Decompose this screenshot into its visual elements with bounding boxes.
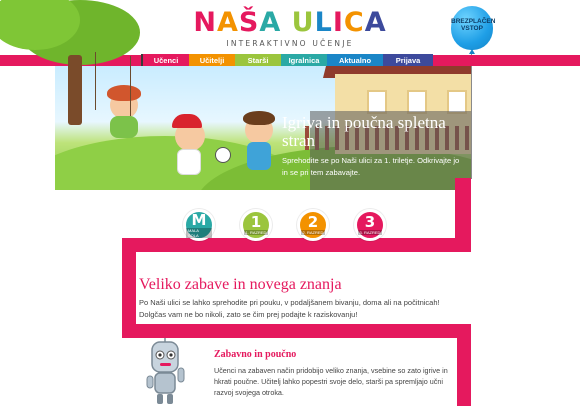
section-title: Veliko zabave in novega znanja: [139, 276, 342, 293]
hero-title: Igriva in poučna spletna stran: [282, 113, 446, 150]
logo-letter: N: [193, 7, 217, 38]
level-mala-sola-button[interactable]: M MALA ŠOLA: [183, 209, 215, 241]
balloon-string: [471, 54, 472, 179]
girl-dress: [110, 116, 138, 138]
level-number: 3: [364, 213, 376, 231]
level-number: 1: [250, 213, 262, 231]
boy-cap: [172, 114, 202, 128]
logo-letter: A: [217, 7, 239, 38]
path-segment: [122, 324, 471, 338]
level-1-button[interactable]: 1 1. RAZRED: [240, 209, 272, 241]
path-segment: [122, 238, 471, 252]
logo-letter: L: [314, 7, 333, 38]
tree-trunk: [68, 55, 82, 125]
girl-hair: [107, 85, 141, 101]
logo-letter: I: [332, 7, 344, 38]
level-label: 3. RAZRED: [357, 230, 383, 235]
feature-text: Učenci na zabaven način pridobijo veliko…: [214, 366, 448, 397]
boy2-hair: [243, 111, 275, 125]
balloon-label[interactable]: BREZPLAČEN VSTOP: [451, 18, 495, 32]
page: NAŠA ULICA INTERAKTIVNO UČENJE BREZPLAČE…: [0, 0, 580, 406]
boy-shirt: [177, 149, 201, 175]
level-number: 2: [307, 213, 319, 231]
path-segment: [122, 238, 136, 338]
logo-letter: C: [343, 7, 365, 38]
level-3-button[interactable]: 3 3. RAZRED: [354, 209, 386, 241]
swing-rope: [95, 52, 96, 110]
logo-letter: Š: [238, 7, 260, 38]
logo-letter: A: [259, 7, 282, 38]
level-number: M: [191, 210, 207, 229]
boy2-shirt: [247, 142, 271, 170]
logo-letter: A: [364, 7, 387, 38]
level-label: 2. RAZRED: [300, 230, 326, 235]
feature-title: Zabavno in poučno: [214, 349, 297, 360]
section-text: Po Naši ulici se lahko sprehodite pri po…: [139, 298, 440, 319]
level-label: 1. RAZRED: [243, 230, 269, 235]
logo-letter: U: [291, 7, 315, 38]
level-label: MALA ŠOLA: [186, 227, 212, 238]
logo-letter: [281, 8, 291, 38]
robot-mascot-icon: [146, 338, 185, 404]
swing-rope: [130, 56, 131, 116]
level-2-button[interactable]: 2 2. RAZRED: [297, 209, 329, 241]
soccer-ball-icon: [215, 147, 231, 163]
path-segment: [457, 324, 471, 406]
hero-text: Sprehodite se po Naši ulici za 1. trilet…: [282, 156, 460, 177]
